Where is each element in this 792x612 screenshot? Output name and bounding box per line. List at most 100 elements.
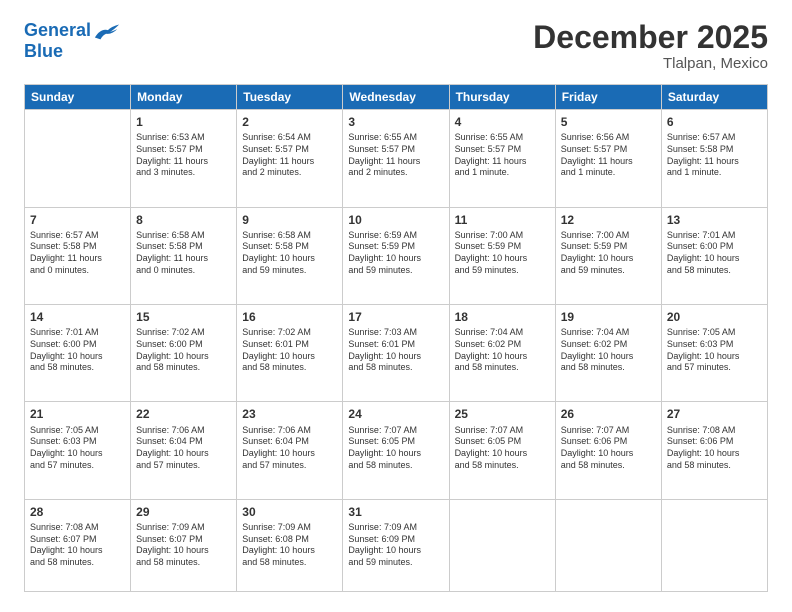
day-number: 23 bbox=[242, 406, 337, 422]
table-row: 22 Sunrise: 7:06 AMSunset: 6:04 PMDayligh… bbox=[131, 402, 237, 499]
day-number: 16 bbox=[242, 309, 337, 325]
day-info: Sunrise: 7:05 AMSunset: 6:03 PMDaylight:… bbox=[667, 327, 762, 374]
table-row: 29 Sunrise: 7:09 AMSunset: 6:07 PMDayligh… bbox=[131, 499, 237, 591]
table-row: 25 Sunrise: 7:07 AMSunset: 6:05 PMDayligh… bbox=[449, 402, 555, 499]
day-number: 25 bbox=[455, 406, 550, 422]
day-number: 24 bbox=[348, 406, 443, 422]
logo-bird-icon bbox=[93, 20, 121, 42]
day-info: Sunrise: 7:07 AMSunset: 6:05 PMDaylight:… bbox=[455, 425, 550, 472]
day-info: Sunrise: 7:01 AMSunset: 6:00 PMDaylight:… bbox=[30, 327, 125, 374]
day-number: 9 bbox=[242, 212, 337, 228]
table-row bbox=[25, 110, 131, 207]
day-number: 1 bbox=[136, 114, 231, 130]
day-info: Sunrise: 7:00 AMSunset: 5:59 PMDaylight:… bbox=[561, 230, 656, 277]
table-row: 7Sunrise: 6:57 AMSunset: 5:58 PMDaylight… bbox=[25, 207, 131, 304]
day-number: 21 bbox=[30, 406, 125, 422]
day-number: 31 bbox=[348, 504, 443, 520]
header-monday: Monday bbox=[131, 85, 237, 110]
table-row bbox=[449, 499, 555, 591]
table-row: 20 Sunrise: 7:05 AMSunset: 6:03 PMDayligh… bbox=[661, 304, 767, 401]
day-number: 13 bbox=[667, 212, 762, 228]
day-info: Sunrise: 7:06 AMSunset: 6:04 PMDaylight:… bbox=[242, 425, 337, 472]
day-number: 10 bbox=[348, 212, 443, 228]
day-info: Sunrise: 7:03 AMSunset: 6:01 PMDaylight:… bbox=[348, 327, 443, 374]
table-row: 17 Sunrise: 7:03 AMSunset: 6:01 PMDayligh… bbox=[343, 304, 449, 401]
table-row: 28 Sunrise: 7:08 AMSunset: 6:07 PMDayligh… bbox=[25, 499, 131, 591]
table-row: 2 Sunrise: 6:54 AMSunset: 5:57 PMDaylight… bbox=[237, 110, 343, 207]
table-row: 18 Sunrise: 7:04 AMSunset: 6:02 PMDayligh… bbox=[449, 304, 555, 401]
table-row bbox=[661, 499, 767, 591]
day-info: Sunrise: 7:08 AMSunset: 6:06 PMDaylight:… bbox=[667, 425, 762, 472]
day-info: Sunrise: 6:58 AMSunset: 5:58 PMDaylight:… bbox=[136, 230, 231, 277]
table-row: 16Sunrise: 7:02 AMSunset: 6:01 PMDayligh… bbox=[237, 304, 343, 401]
day-number: 22 bbox=[136, 406, 231, 422]
table-row: 30 Sunrise: 7:09 AMSunset: 6:08 PMDayligh… bbox=[237, 499, 343, 591]
day-number: 12 bbox=[561, 212, 656, 228]
day-number: 5 bbox=[561, 114, 656, 130]
table-row: 4Sunrise: 6:55 AMSunset: 5:57 PMDaylight… bbox=[449, 110, 555, 207]
day-info: Sunrise: 7:06 AMSunset: 6:04 PMDaylight:… bbox=[136, 425, 231, 472]
header-saturday: Saturday bbox=[661, 85, 767, 110]
table-row: 10 Sunrise: 6:59 AMSunset: 5:59 PMDayligh… bbox=[343, 207, 449, 304]
day-info: Sunrise: 6:58 AMSunset: 5:58 PMDaylight:… bbox=[242, 230, 337, 277]
day-info: Sunrise: 7:00 AMSunset: 5:59 PMDaylight:… bbox=[455, 230, 550, 277]
header-thursday: Thursday bbox=[449, 85, 555, 110]
day-info: Sunrise: 6:59 AMSunset: 5:59 PMDaylight:… bbox=[348, 230, 443, 277]
day-number: 18 bbox=[455, 309, 550, 325]
day-number: 20 bbox=[667, 309, 762, 325]
table-row: 6 Sunrise: 6:57 AMSunset: 5:58 PMDaylight… bbox=[661, 110, 767, 207]
logo: General Blue bbox=[24, 20, 121, 62]
day-number: 17 bbox=[348, 309, 443, 325]
day-info: Sunrise: 7:08 AMSunset: 6:07 PMDaylight:… bbox=[30, 522, 125, 569]
day-number: 15 bbox=[136, 309, 231, 325]
day-info: Sunrise: 7:04 AMSunset: 6:02 PMDaylight:… bbox=[561, 327, 656, 374]
day-number: 28 bbox=[30, 504, 125, 520]
day-info: Sunrise: 7:04 AMSunset: 6:02 PMDaylight:… bbox=[455, 327, 550, 374]
table-row: 23 Sunrise: 7:06 AMSunset: 6:04 PMDayligh… bbox=[237, 402, 343, 499]
day-info: Sunrise: 7:09 AMSunset: 6:07 PMDaylight:… bbox=[136, 522, 231, 569]
table-row: 31 Sunrise: 7:09 AMSunset: 6:09 PMDayligh… bbox=[343, 499, 449, 591]
header: General Blue December 2025 Tlalpan, Mexi… bbox=[24, 20, 768, 72]
day-number: 8 bbox=[136, 212, 231, 228]
day-info: Sunrise: 6:53 AMSunset: 5:57 PMDaylight:… bbox=[136, 132, 231, 179]
table-row: 15 Sunrise: 7:02 AMSunset: 6:00 PMDayligh… bbox=[131, 304, 237, 401]
calendar-table: Sunday Monday Tuesday Wednesday Thursday… bbox=[24, 84, 768, 592]
day-info: Sunrise: 6:54 AMSunset: 5:57 PMDaylight:… bbox=[242, 132, 337, 179]
day-number: 2 bbox=[242, 114, 337, 130]
table-row: 8 Sunrise: 6:58 AMSunset: 5:58 PMDaylight… bbox=[131, 207, 237, 304]
table-row: 24 Sunrise: 7:07 AMSunset: 6:05 PMDayligh… bbox=[343, 402, 449, 499]
page: General Blue December 2025 Tlalpan, Mexi… bbox=[0, 0, 792, 612]
weekday-header-row: Sunday Monday Tuesday Wednesday Thursday… bbox=[25, 85, 768, 110]
day-number: 29 bbox=[136, 504, 231, 520]
location: Tlalpan, Mexico bbox=[533, 55, 768, 72]
table-row: 26Sunrise: 7:07 AMSunset: 6:06 PMDayligh… bbox=[555, 402, 661, 499]
day-info: Sunrise: 6:56 AMSunset: 5:57 PMDaylight:… bbox=[561, 132, 656, 179]
table-row bbox=[555, 499, 661, 591]
day-info: Sunrise: 6:57 AMSunset: 5:58 PMDaylight:… bbox=[30, 230, 125, 277]
table-row: 9 Sunrise: 6:58 AMSunset: 5:58 PMDaylight… bbox=[237, 207, 343, 304]
table-row: 3Sunrise: 6:55 AMSunset: 5:57 PMDaylight… bbox=[343, 110, 449, 207]
logo-text-line1: General bbox=[24, 21, 91, 41]
day-info: Sunrise: 7:05 AMSunset: 6:03 PMDaylight:… bbox=[30, 425, 125, 472]
header-tuesday: Tuesday bbox=[237, 85, 343, 110]
day-number: 19 bbox=[561, 309, 656, 325]
day-info: Sunrise: 7:07 AMSunset: 6:05 PMDaylight:… bbox=[348, 425, 443, 472]
day-number: 6 bbox=[667, 114, 762, 130]
day-info: Sunrise: 7:01 AMSunset: 6:00 PMDaylight:… bbox=[667, 230, 762, 277]
month-title: December 2025 bbox=[533, 20, 768, 55]
title-section: December 2025 Tlalpan, Mexico bbox=[533, 20, 768, 72]
table-row: 12 Sunrise: 7:00 AMSunset: 5:59 PMDayligh… bbox=[555, 207, 661, 304]
header-wednesday: Wednesday bbox=[343, 85, 449, 110]
day-info: Sunrise: 6:57 AMSunset: 5:58 PMDaylight:… bbox=[667, 132, 762, 179]
logo-text-line2: Blue bbox=[24, 42, 63, 62]
day-info: Sunrise: 7:02 AMSunset: 6:00 PMDaylight:… bbox=[136, 327, 231, 374]
table-row: 5 Sunrise: 6:56 AMSunset: 5:57 PMDaylight… bbox=[555, 110, 661, 207]
day-info: Sunrise: 7:09 AMSunset: 6:08 PMDaylight:… bbox=[242, 522, 337, 569]
table-row: 14Sunrise: 7:01 AMSunset: 6:00 PMDayligh… bbox=[25, 304, 131, 401]
day-number: 30 bbox=[242, 504, 337, 520]
day-info: Sunrise: 7:09 AMSunset: 6:09 PMDaylight:… bbox=[348, 522, 443, 569]
day-info: Sunrise: 6:55 AMSunset: 5:57 PMDaylight:… bbox=[455, 132, 550, 179]
table-row: 13 Sunrise: 7:01 AMSunset: 6:00 PMDayligh… bbox=[661, 207, 767, 304]
table-row: 21 Sunrise: 7:05 AMSunset: 6:03 PMDayligh… bbox=[25, 402, 131, 499]
table-row: 19 Sunrise: 7:04 AMSunset: 6:02 PMDayligh… bbox=[555, 304, 661, 401]
